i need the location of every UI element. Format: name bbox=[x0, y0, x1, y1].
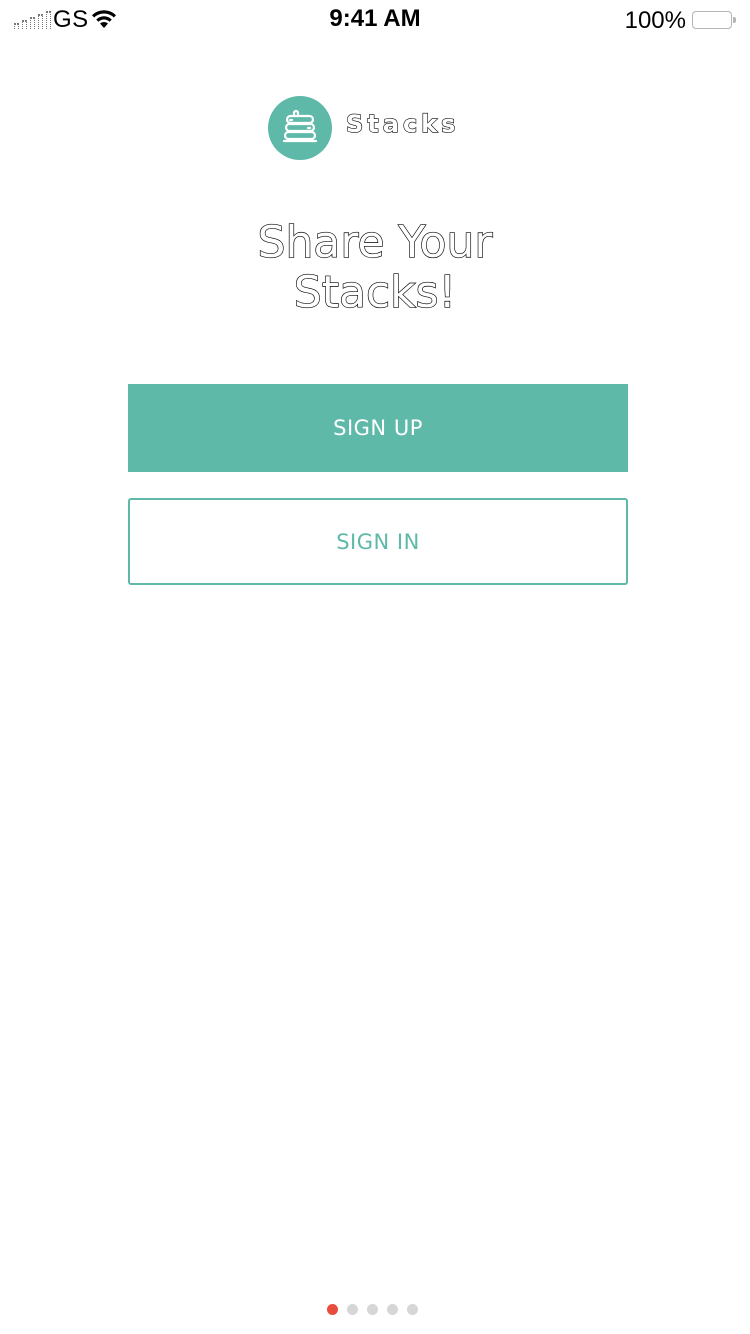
headline-line-2: Stacks! bbox=[293, 267, 457, 318]
brand-name: Stacks bbox=[345, 109, 460, 138]
headline-line-1: Share Your bbox=[257, 217, 493, 268]
battery-percent: 100% bbox=[624, 7, 686, 34]
page-dot-5[interactable] bbox=[407, 1304, 418, 1315]
sign-in-label: SIGN IN bbox=[336, 529, 420, 554]
pancake-stack-icon bbox=[282, 109, 318, 143]
sign-in-button[interactable]: SIGN IN bbox=[128, 498, 628, 585]
page-indicator[interactable] bbox=[327, 1304, 418, 1315]
page-dot-3[interactable] bbox=[367, 1304, 378, 1315]
app-logo: Stacks bbox=[268, 96, 468, 160]
page-dot-4[interactable] bbox=[387, 1304, 398, 1315]
logo-badge bbox=[268, 96, 332, 160]
sign-up-label: SIGN UP bbox=[333, 416, 423, 440]
battery-icon bbox=[692, 11, 736, 29]
status-bar: GS 9:41 AM 100% bbox=[0, 0, 750, 40]
page-dot-2[interactable] bbox=[347, 1304, 358, 1315]
sign-up-button[interactable]: SIGN UP bbox=[128, 384, 628, 472]
headline: Share Your Stacks! bbox=[0, 217, 750, 318]
page-dot-1[interactable] bbox=[327, 1304, 338, 1315]
